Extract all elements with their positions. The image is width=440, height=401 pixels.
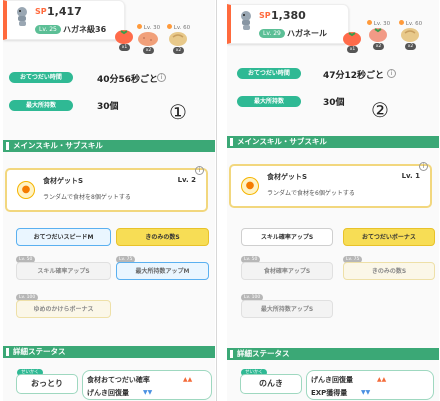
ingredient-level: Lv. 30 [373,21,391,27]
sp-label: SP [35,7,47,16]
tomato-icon [369,28,387,42]
subskill-4[interactable]: 最大所持数アップM [116,262,209,280]
level-badge: Lv. 29 [259,29,285,38]
effect-1-label: 食材おてつだい確率 [87,376,150,384]
effect-2-label: げんき回復量 [87,389,129,397]
panel-marker: ② [371,98,389,122]
max-carry-value: 30個 [97,102,119,112]
ingredient-count: x1 [347,46,358,53]
main-skill-desc: ランダムで食材を8個ゲットする [43,194,131,201]
ingredient-1: x1 [341,30,363,56]
ingredient-1: x1 [113,28,135,54]
info-icon[interactable]: i [157,73,166,82]
subskill-3[interactable]: 食材確率アップS [241,262,333,280]
max-carry-value: 30個 [323,98,345,108]
ingredient-level: Lv. 60 [173,25,191,31]
apple-icon: ● [17,181,35,199]
level-badge: Lv. 25 [35,25,61,34]
help-time-value: 40分56秒ごと [97,75,159,85]
steelix-icon [17,7,27,26]
main-skill-name: 食材ゲットS [267,173,308,181]
ingredient-count: x2 [373,43,384,50]
help-time-label: おてつだい時間 [237,68,301,79]
apple-icon: ● [241,177,259,195]
ingredient-count: x1 [119,44,130,51]
panel-divider [216,0,217,401]
effect-2-arrow: ▼▼ [143,389,153,396]
ingredient-3: Lv. 60 x2 [399,20,423,50]
main-skill-card[interactable]: i ● 食材ゲットS Lv. 2 ランダムで食材を8個ゲットする [5,166,208,212]
nature-name: おっとり [31,379,63,388]
ingredient-2: Lv. 30 x2 [367,20,391,50]
section-header-status: 詳細ステータス [3,346,215,358]
subskill-5[interactable]: 最大所持数アップS [241,300,333,318]
effect-2-label: EXP獲得量 [311,389,348,397]
panel-left: SP 1,417 Lv. 25 ハガネ級36 x1 Lv. 30 x2 Lv. … [3,0,215,401]
main-skill-card[interactable]: i ● 食材ゲットS Lv. 1 ランダムで食材を6個ゲットする [229,162,432,208]
section-header-status: 詳細ステータス [227,348,439,360]
panel-marker: ① [169,100,187,124]
subskill-3[interactable]: スキル確率アップS [16,262,111,280]
sp-value: 1,380 [271,9,306,22]
nature-box[interactable]: おっとり [16,374,78,394]
ingredient-3: Lv. 60 x2 [167,24,191,54]
ingredient-count: x2 [143,47,154,54]
tomato-icon [115,30,133,44]
effect-2-arrow: ▼▼ [361,389,371,396]
pokemon-name: ハガネール [287,29,327,38]
ginger-icon [401,28,419,42]
panel-right: SP 1,380 Lv. 29 ハガネール x1 Lv. 30 x2 Lv. 6… [227,0,439,401]
info-icon[interactable]: i [419,162,428,171]
sp-label: SP [259,11,271,20]
main-skill-level: Lv. 1 [401,172,420,180]
ingredient-level: Lv. 30 [143,25,161,31]
info-icon[interactable]: i [387,69,396,78]
tomato-icon [343,32,361,46]
main-skill-level: Lv. 2 [177,176,196,184]
subskill-1[interactable]: おてつだいスピードM [16,228,111,246]
sp-value: 1,417 [47,5,82,18]
potato-icon [138,32,158,46]
subskill-2[interactable]: おてつだいボーナス [343,228,435,246]
ingredient-count: x2 [173,47,184,54]
max-carry-label: 最大所持数 [237,96,301,107]
help-time-value: 47分12秒ごと [323,71,385,81]
nature-name: のんき [259,379,283,388]
effect-1-arrow: ▲▲ [183,376,193,383]
ginger-icon [169,32,187,46]
subskill-4[interactable]: きのみの数S [343,262,435,280]
max-carry-label: 最大所持数 [9,100,73,111]
steelix-icon [241,11,251,30]
info-icon[interactable]: i [195,166,204,175]
ingredient-count: x2 [405,43,416,50]
pokemon-name: ハガネ級36 [63,25,107,34]
subskill-2[interactable]: きのみの数S [116,228,209,246]
section-header-skills: メインスキル・サブスキル [227,136,439,148]
subskill-1[interactable]: スキル確率アップS [241,228,333,246]
subskill-5[interactable]: ゆめのかけらボーナス [16,300,111,318]
pokemon-card[interactable]: SP 1,380 Lv. 29 ハガネール [227,4,349,44]
nature-box[interactable]: のんき [240,374,302,394]
main-skill-name: 食材ゲットS [43,177,84,185]
effect-1-label: げんき回復量 [311,376,353,384]
ingredient-2: Lv. 30 x2 [137,24,161,54]
effect-1-arrow: ▲▲ [377,376,387,383]
pokemon-card[interactable]: SP 1,417 Lv. 25 ハガネ級36 [3,0,125,40]
help-time-label: おてつだい時間 [9,72,73,83]
main-skill-desc: ランダムで食材を6個ゲットする [267,190,355,197]
ingredient-level: Lv. 60 [405,21,423,27]
section-header-skills: メインスキル・サブスキル [3,140,215,152]
